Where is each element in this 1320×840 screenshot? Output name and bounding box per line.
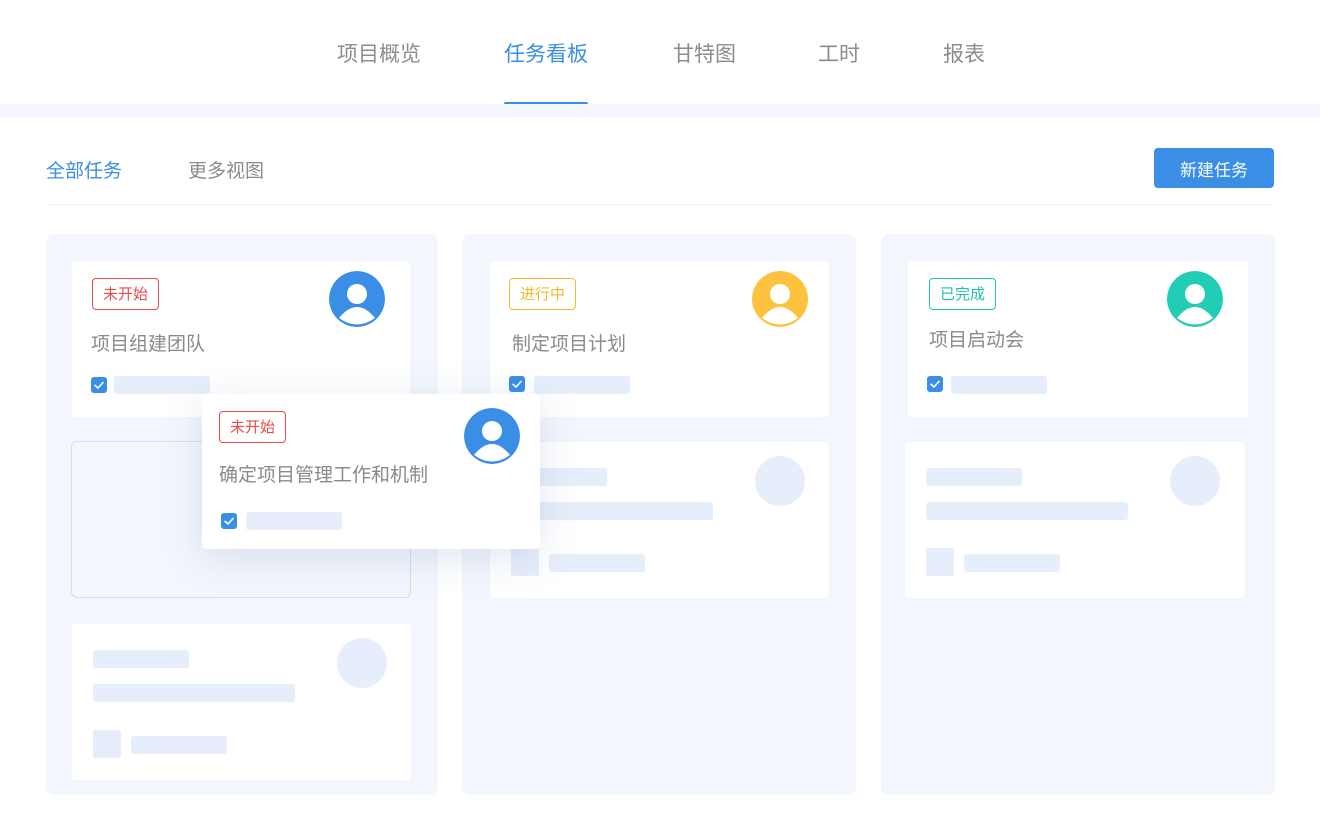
placeholder-bar xyxy=(926,468,1022,486)
task-title: 项目组建团队 xyxy=(91,333,206,355)
task-title: 确定项目管理工作和机制 xyxy=(219,464,429,486)
status-badge: 进行中 xyxy=(509,278,577,310)
placeholder-bar xyxy=(93,650,189,668)
placeholder-avatar xyxy=(337,638,387,688)
placeholder-bar xyxy=(114,376,210,394)
user-avatar-icon[interactable] xyxy=(329,271,385,327)
placeholder-bar xyxy=(926,502,1128,520)
placeholder-bar xyxy=(131,736,227,754)
placeholder-avatar xyxy=(1170,456,1220,506)
task-checkbox[interactable] xyxy=(927,376,943,392)
tab-gantt-chart[interactable]: 甘特图 xyxy=(673,38,736,106)
new-task-button[interactable]: 新建任务 xyxy=(1154,148,1274,188)
user-avatar-icon[interactable] xyxy=(464,408,520,464)
placeholder-icon xyxy=(511,548,539,576)
placeholder-bar xyxy=(964,554,1060,572)
subtab-more-views[interactable]: 更多视图 xyxy=(188,156,264,183)
task-checkbox[interactable] xyxy=(509,376,525,392)
task-checkbox[interactable] xyxy=(91,377,107,393)
task-title: 项目启动会 xyxy=(929,329,1025,351)
dragging-task-card[interactable]: 未开始 确定项目管理工作和机制 xyxy=(202,394,540,549)
main-tab-bar: 项目概览 任务看板 甘特图 工时 报表 xyxy=(0,0,1320,106)
status-badge: 已完成 xyxy=(929,278,997,310)
task-title: 制定项目计划 xyxy=(512,333,627,355)
task-checkbox[interactable] xyxy=(221,513,237,529)
status-badge: 未开始 xyxy=(92,278,160,310)
tab-project-overview[interactable]: 项目概览 xyxy=(337,38,421,106)
toolbar-divider xyxy=(46,204,1274,205)
placeholder-card xyxy=(490,442,829,598)
board-column-done: 已完成 项目启动会 xyxy=(881,234,1275,795)
placeholder-bar xyxy=(951,376,1047,394)
placeholder-bar xyxy=(549,554,645,572)
placeholder-bar xyxy=(534,376,630,394)
header-divider-strip xyxy=(0,104,1320,117)
placeholder-bar xyxy=(246,512,342,530)
task-card[interactable]: 进行中 制定项目计划 xyxy=(490,261,829,417)
placeholder-card xyxy=(905,442,1245,598)
placeholder-icon xyxy=(926,548,954,576)
placeholder-bar xyxy=(511,502,713,520)
user-avatar-icon[interactable] xyxy=(1167,271,1223,327)
user-avatar-icon[interactable] xyxy=(752,271,808,327)
tab-reports[interactable]: 报表 xyxy=(943,38,985,106)
placeholder-bar xyxy=(93,684,295,702)
tab-work-hours[interactable]: 工时 xyxy=(818,38,860,106)
placeholder-avatar xyxy=(755,456,805,506)
placeholder-card xyxy=(72,624,411,780)
tab-task-board[interactable]: 任务看板 xyxy=(504,38,588,106)
status-badge: 未开始 xyxy=(219,411,287,443)
placeholder-icon xyxy=(93,730,121,758)
subtab-all-tasks[interactable]: 全部任务 xyxy=(46,156,122,183)
task-card[interactable]: 已完成 项目启动会 xyxy=(908,261,1248,417)
